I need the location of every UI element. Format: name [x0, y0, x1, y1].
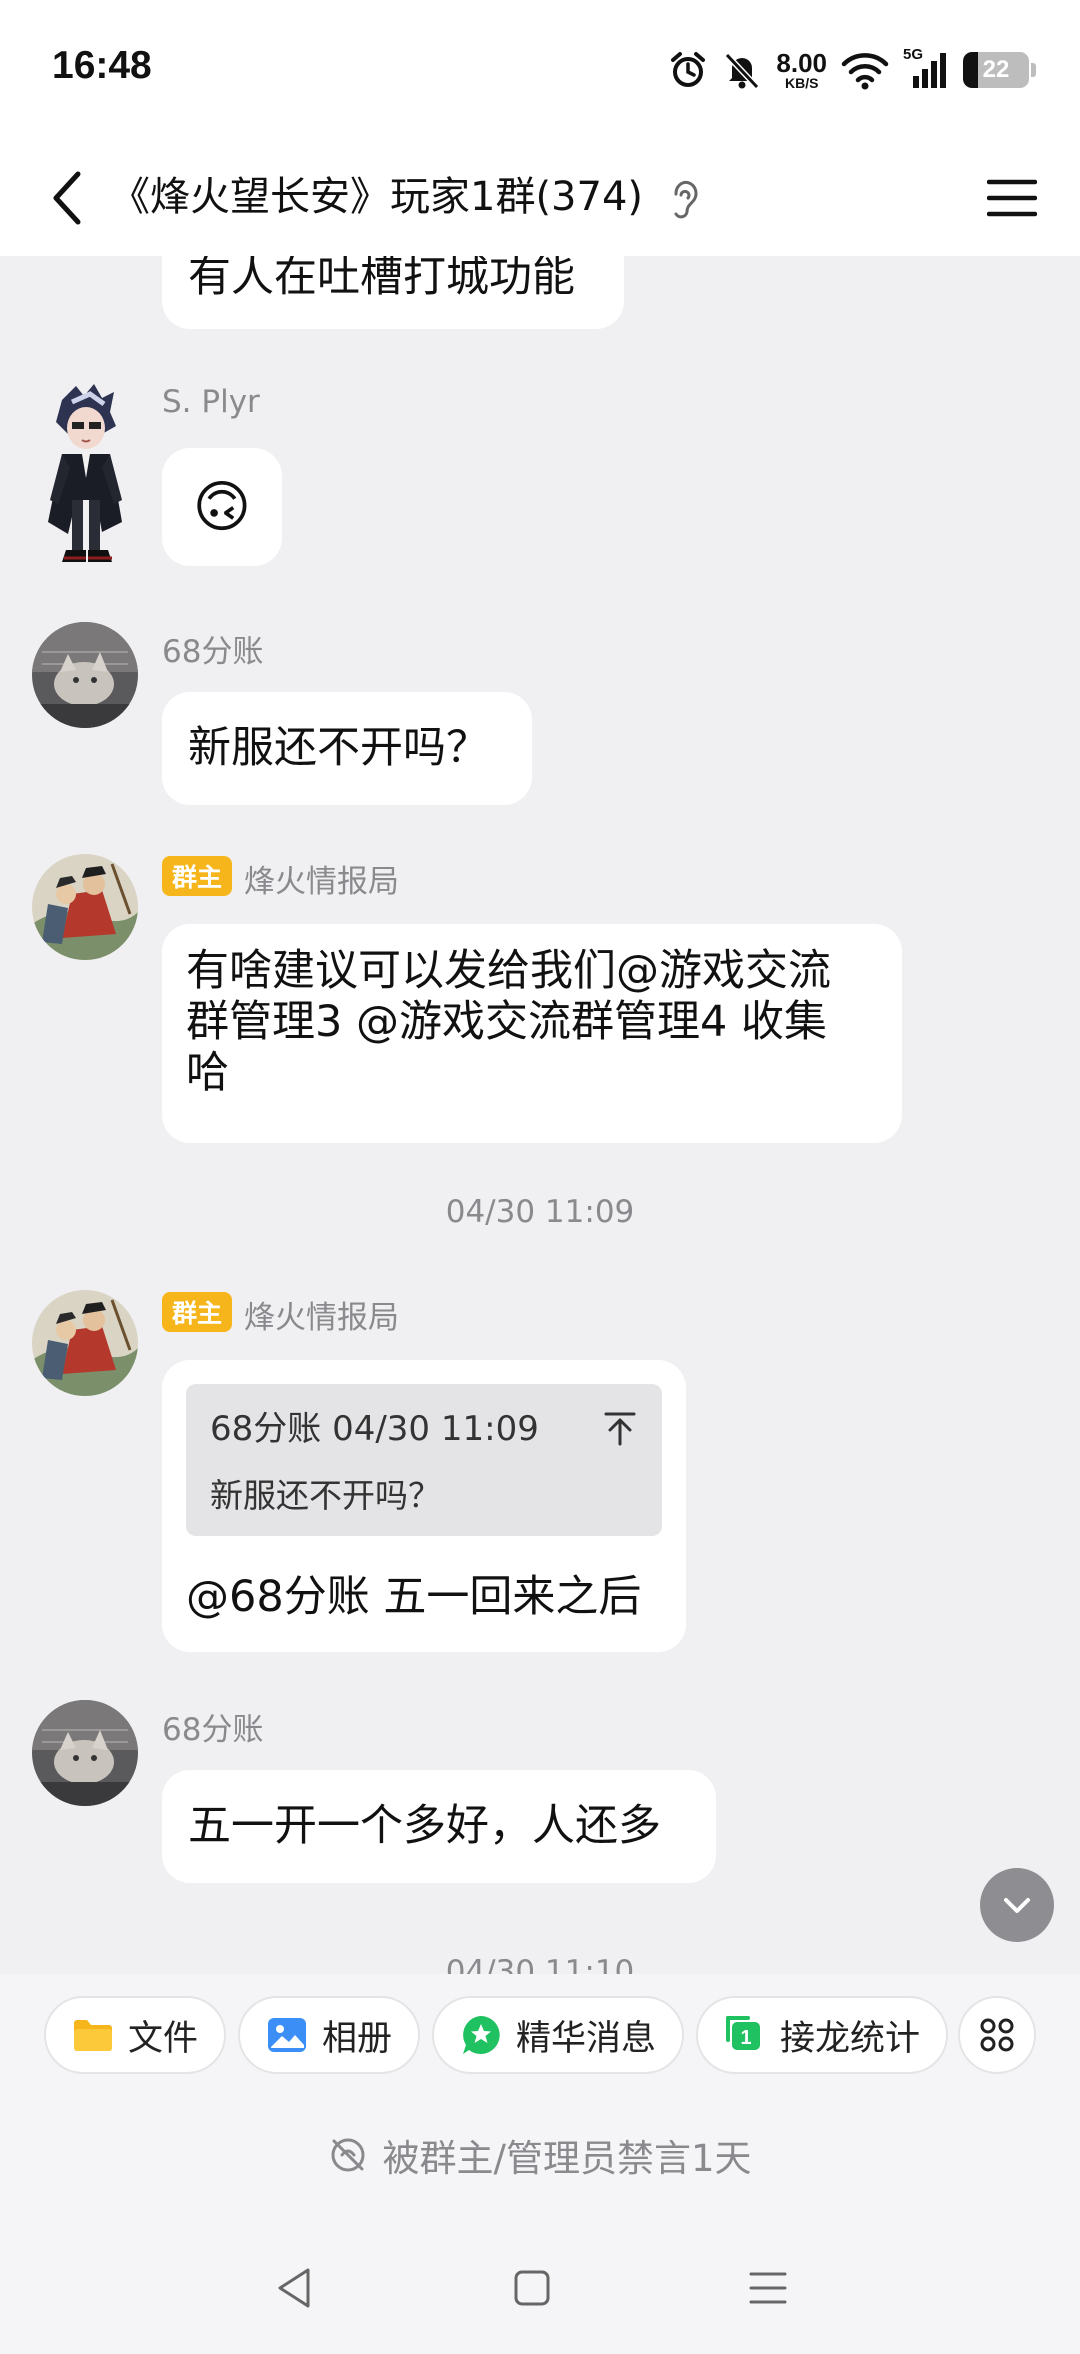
files-chip[interactable]: 文件: [44, 1996, 227, 2074]
svg-text:1: 1: [740, 2027, 751, 2049]
back-arrow-icon: [53, 171, 81, 225]
menu-button[interactable]: [972, 158, 1052, 238]
mute-bell-icon: [725, 52, 760, 90]
net-speed: 8.00 KB/S: [776, 50, 827, 90]
avatar[interactable]: [32, 1290, 138, 1396]
group-tools-bar[interactable]: 文件 相册 精华消息 1 接龙统计: [0, 1974, 1080, 2090]
owner-badge: 群主: [162, 856, 233, 896]
avatar[interactable]: [32, 622, 138, 728]
avatar[interactable]: [32, 1700, 138, 1806]
status-time: 16:48: [52, 44, 152, 87]
quote-header: 68分账 04/30 11:09: [210, 1409, 539, 1449]
message-bubble[interactable]: 🙃: [162, 448, 282, 566]
emoji-upside-down: 🙃: [192, 474, 252, 540]
chip-label: 精华消息: [516, 2018, 657, 2059]
sender-name[interactable]: 烽火情报局: [244, 856, 399, 901]
chip-label: 接龙统计: [780, 2018, 921, 2059]
album-chip[interactable]: 相册: [238, 1996, 421, 2074]
message-bubble[interactable]: 新服还不开吗？: [162, 692, 532, 805]
chat-header: 《烽火望长安》玩家1群(374): [0, 140, 1080, 256]
message-text: 五一开一个多好，人还多: [188, 1801, 661, 1851]
sender-name[interactable]: 68分账: [162, 626, 263, 671]
message-line: 群管理3 @游戏交流群管理4 收集: [186, 997, 828, 1047]
menu-lines-icon: [749, 2272, 787, 2304]
message-bubble[interactable]: 五一开一个多好，人还多: [162, 1770, 716, 1883]
chevron-down-icon: [1004, 1898, 1030, 1913]
back-button[interactable]: [28, 158, 108, 238]
quote-text: 新服还不开吗？: [210, 1476, 441, 1515]
relay-icon: 1: [724, 2014, 766, 2056]
ear-icon[interactable]: [664, 168, 704, 228]
alarm-icon: [671, 52, 706, 87]
apps-grid-icon: [980, 2018, 1014, 2052]
owner-badge: 群主: [162, 1292, 233, 1332]
highlights-chip[interactable]: 精华消息: [432, 1996, 685, 2074]
net-speed-value: 8.00: [776, 48, 827, 78]
avatar[interactable]: [32, 854, 138, 960]
chat-title[interactable]: 《烽火望长安》玩家1群(374): [110, 164, 643, 222]
message-text: 新服还不开吗？: [188, 723, 489, 773]
battery-tip: [1031, 63, 1036, 77]
nav-recents-button[interactable]: [728, 2248, 808, 2328]
nav-back-button[interactable]: [254, 2248, 334, 2328]
sender-name[interactable]: S. Plyr: [162, 384, 260, 420]
chip-label: 相册: [322, 2018, 393, 2059]
status-bar: 16:48 8.00 KB/S 5G 22: [0, 0, 1080, 140]
menu-icon: [987, 179, 1037, 217]
cell-signal-icon: 5G: [903, 46, 949, 90]
battery-icon: 22: [963, 52, 1029, 88]
message-bubble[interactable]: 有人在吐槽打城功能: [162, 256, 624, 329]
scroll-to-bottom-button[interactable]: [980, 1868, 1054, 1942]
timestamp: 04/30 11:09: [445, 1194, 635, 1230]
jump-to-quote-icon[interactable]: [600, 1408, 640, 1448]
triangle-back-icon: [278, 2268, 310, 2308]
avatar[interactable]: [32, 382, 138, 572]
battery-level: 22: [982, 56, 1010, 83]
net-speed-unit: KB/S: [784, 75, 819, 91]
wifi-icon: [841, 53, 889, 90]
muted-icon: [331, 2138, 365, 2172]
status-icons: 8.00 KB/S 5G 22: [668, 44, 1036, 96]
timestamp: 04/30 11:10: [445, 1954, 635, 1974]
star-icon: [460, 2014, 502, 2056]
message-text: 有人在吐槽打城功能: [188, 256, 575, 302]
relay-stats-chip[interactable]: 1 接龙统计: [696, 1996, 949, 2074]
chip-label: 文件: [128, 2018, 199, 2059]
message-text: @68分账 五一回来之后: [186, 1572, 642, 1622]
chat-message-list[interactable]: 有人在吐槽打城功能 S. Plyr 🙃 68分账 新服还不开吗？ 群主 烽火情报…: [0, 256, 1080, 1974]
system-nav-bar: [0, 2220, 1080, 2354]
photo-icon: [266, 2014, 308, 2056]
more-tools-button[interactable]: [958, 1996, 1036, 2074]
muted-notice-text: 被群主/管理员禁言1天: [382, 2137, 752, 2180]
sender-name[interactable]: 烽火情报局: [244, 1292, 399, 1337]
folder-icon: [72, 2014, 114, 2056]
message-bubble[interactable]: 有啥建议可以发给我们@游戏交流 群管理3 @游戏交流群管理4 收集 哈: [162, 924, 902, 1143]
nav-home-button[interactable]: [492, 2248, 572, 2328]
reply-message-bubble[interactable]: 68分账 04/30 11:09 新服还不开吗？ @68分账 五一回来之后: [162, 1360, 686, 1652]
square-home-icon: [514, 2270, 550, 2306]
muted-notice-bar: 被群主/管理员禁言1天: [0, 2090, 1080, 2220]
quoted-message[interactable]: 68分账 04/30 11:09 新服还不开吗？: [186, 1384, 662, 1536]
message-line: 哈: [186, 1048, 229, 1098]
message-line: 有啥建议可以发给我们@游戏交流: [186, 946, 831, 996]
sender-name[interactable]: 68分账: [162, 1704, 263, 1749]
